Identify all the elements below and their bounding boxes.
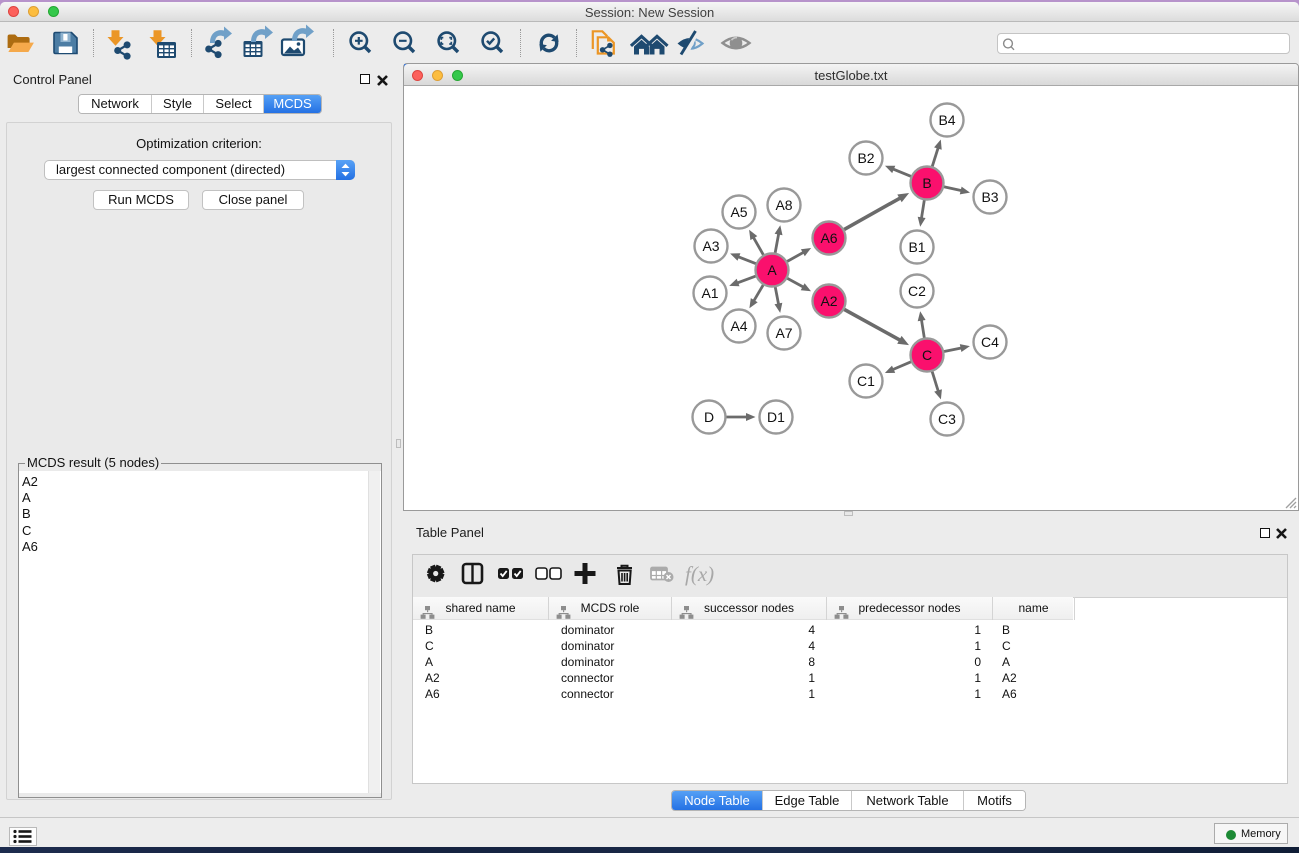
- svg-text:B3: B3: [981, 189, 998, 205]
- svg-text:B4: B4: [938, 112, 955, 128]
- svg-text:A8: A8: [775, 197, 792, 213]
- svg-text:C3: C3: [938, 411, 956, 427]
- svg-text:B2: B2: [857, 150, 874, 166]
- svg-text:B1: B1: [908, 239, 925, 255]
- svg-text:A7: A7: [775, 325, 792, 341]
- svg-text:A2: A2: [820, 293, 837, 309]
- svg-text:D: D: [704, 409, 714, 425]
- svg-text:C: C: [922, 347, 932, 363]
- svg-text:f(x): f(x): [685, 562, 714, 586]
- svg-text:A1: A1: [701, 285, 718, 301]
- svg-text:C4: C4: [981, 334, 999, 350]
- svg-text:C2: C2: [908, 283, 926, 299]
- svg-text:A5: A5: [730, 204, 747, 220]
- svg-text:A6: A6: [820, 230, 837, 246]
- svg-text:A: A: [767, 262, 777, 278]
- svg-text:C1: C1: [857, 373, 875, 389]
- svg-text:B: B: [922, 175, 931, 191]
- svg-text:A3: A3: [702, 238, 719, 254]
- svg-text:D1: D1: [767, 409, 785, 425]
- svg-text:A4: A4: [730, 318, 747, 334]
